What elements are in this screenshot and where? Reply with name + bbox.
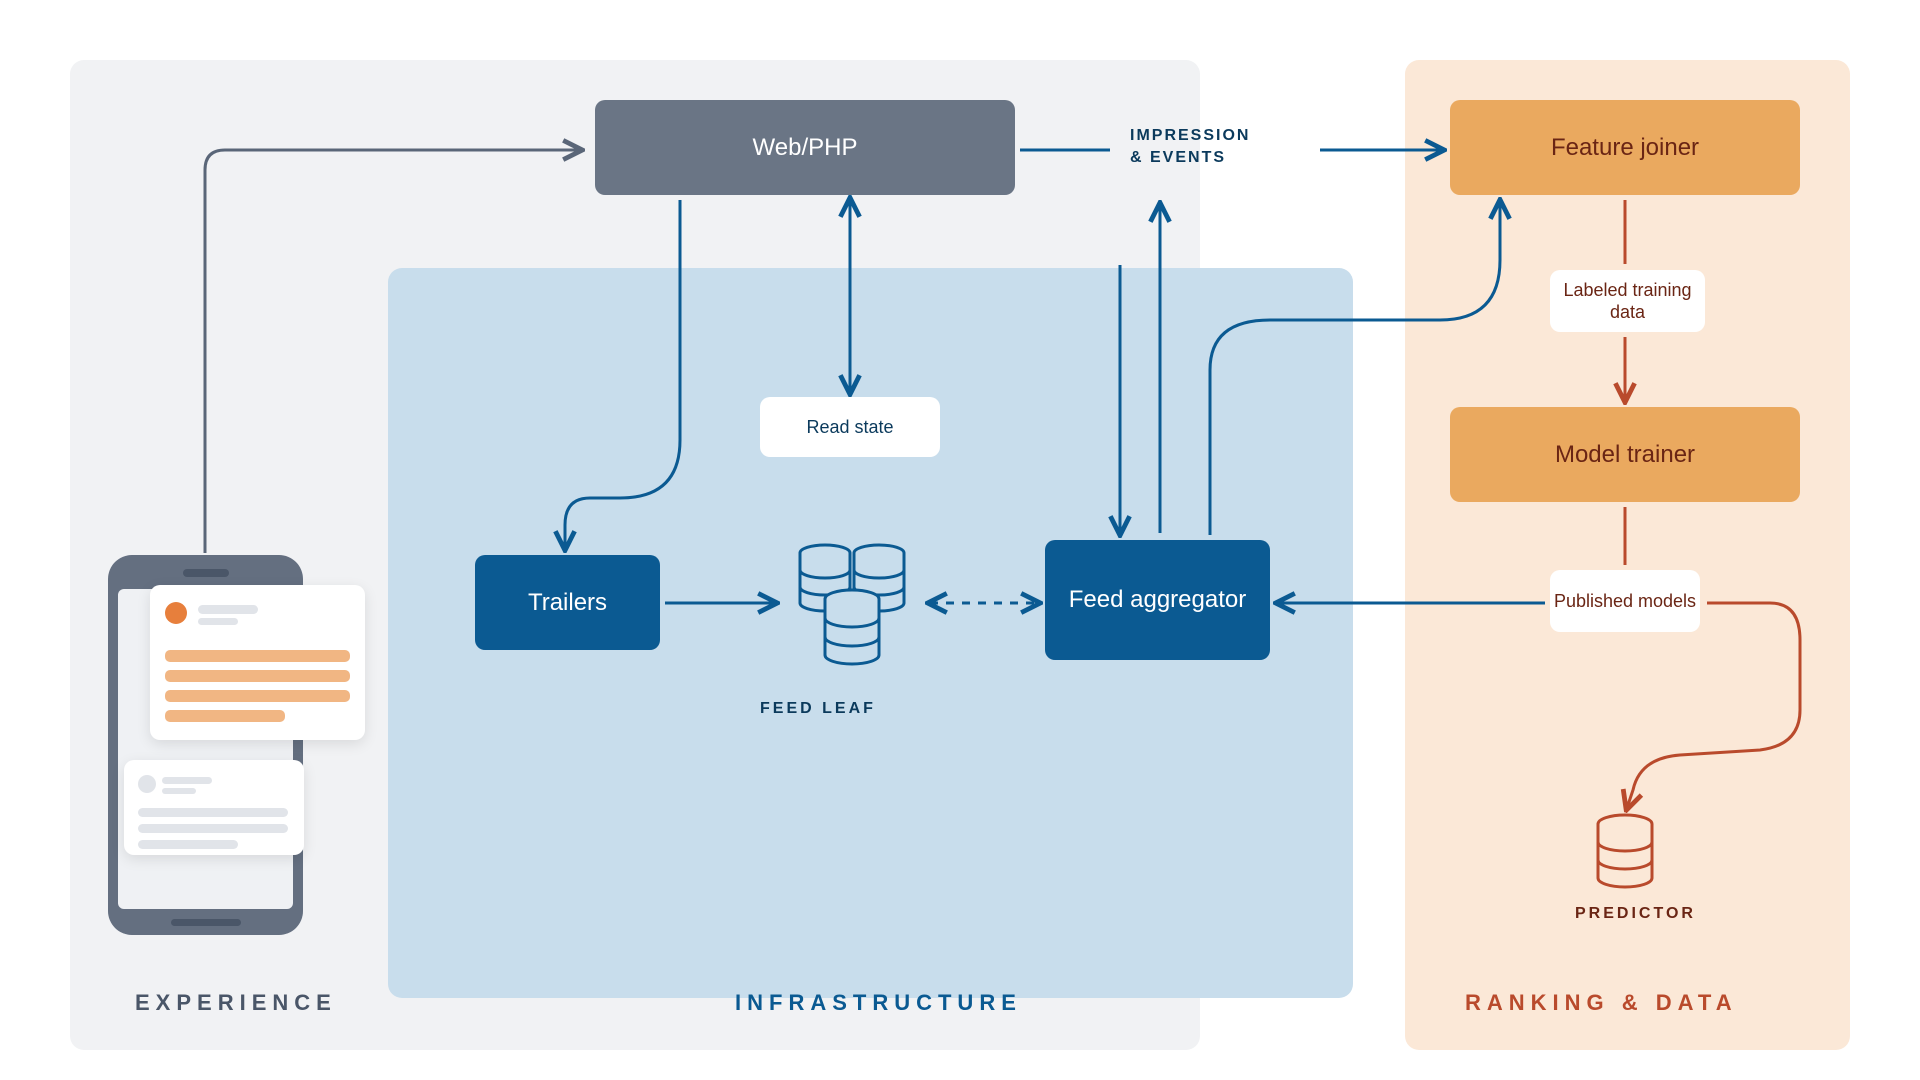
chip-published-models: Published models (1550, 570, 1700, 632)
node-feature-joiner: Feature joiner (1450, 100, 1800, 195)
caption-impression-events: IMPRESSION & EVENTS (1130, 125, 1250, 170)
chip-labeled-training-data: Labeled training data (1550, 270, 1705, 332)
node-trailers: Trailers (475, 555, 660, 650)
section-label-experience: EXPERIENCE (135, 990, 337, 1016)
caption-impression-line2: & EVENTS (1130, 149, 1226, 166)
panel-ranking-data (1405, 60, 1850, 1050)
caption-feed-leaf: FEED LEAF (760, 700, 876, 718)
node-model-trainer: Model trainer (1450, 407, 1800, 502)
section-label-infrastructure: INFRASTRUCTURE (735, 990, 1022, 1016)
chip-read-state: Read state (760, 397, 940, 457)
caption-impression-line1: IMPRESSION (1130, 127, 1250, 144)
node-web-php: Web/PHP (595, 100, 1015, 195)
section-label-ranking: RANKING & DATA (1465, 990, 1738, 1016)
node-feed-aggregator: Feed aggregator (1045, 540, 1270, 660)
caption-predictor: PREDICTOR (1575, 905, 1696, 923)
